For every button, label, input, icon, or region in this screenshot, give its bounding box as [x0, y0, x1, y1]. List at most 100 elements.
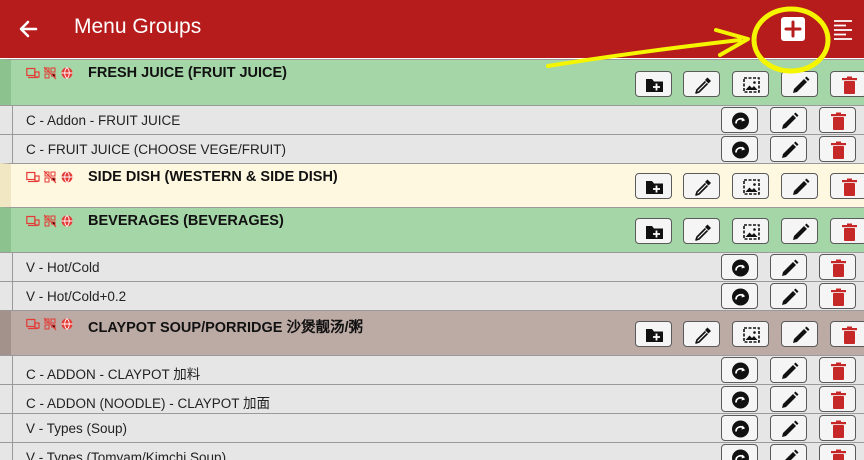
list-item[interactable]: C - ADDON (NOODLE) - CLAYPOT 加面: [0, 384, 864, 413]
qr-code-icon: [43, 170, 57, 184]
group-status-icons: [26, 214, 86, 228]
redo-arrow-icon: [732, 288, 749, 306]
list-item[interactable]: V - Hot/Cold: [0, 252, 864, 281]
add-group-button[interactable]: [781, 17, 805, 41]
image-button[interactable]: [732, 173, 769, 199]
redo-arrow-button[interactable]: [721, 283, 758, 309]
edit-pencil-button[interactable]: [770, 136, 807, 162]
globe-icon: [61, 171, 73, 184]
page-title: Menu Groups: [74, 15, 202, 38]
redo-arrow-button[interactable]: [721, 415, 758, 441]
delete-trash-button[interactable]: [819, 283, 856, 309]
edit-pencil-icon: [782, 362, 799, 379]
list-item[interactable]: V - Hot/Cold+0.2: [0, 281, 864, 310]
delete-trash-button[interactable]: [819, 254, 856, 280]
image-button[interactable]: [732, 218, 769, 244]
image-button[interactable]: [732, 71, 769, 97]
redo-arrow-button[interactable]: [721, 107, 758, 133]
add-folder-icon: [646, 329, 663, 342]
add-folder-button[interactable]: [635, 173, 672, 199]
edit-pencil-icon: [782, 391, 799, 408]
app-toolbar: Menu Groups: [0, 0, 864, 58]
globe-icon: [61, 318, 73, 331]
image-icon: [743, 327, 760, 343]
delete-trash-button[interactable]: [819, 386, 856, 412]
eyedropper-button[interactable]: [683, 321, 720, 347]
group-status-icons: [26, 66, 86, 80]
eyedropper-button[interactable]: [683, 218, 720, 244]
delete-trash-icon: [842, 76, 857, 94]
indent-line: [12, 414, 13, 442]
edit-pencil-button[interactable]: [770, 254, 807, 280]
redo-arrow-icon: [732, 391, 749, 409]
edit-pencil-button[interactable]: [770, 357, 807, 383]
edit-pencil-button[interactable]: [781, 218, 818, 244]
indent-line: [12, 385, 13, 413]
image-icon: [743, 179, 760, 195]
list-item[interactable]: C - FRUIT JUICE (CHOOSE VEGE/FRUIT): [0, 134, 864, 163]
edit-pencil-icon: [793, 76, 810, 93]
pos-terminal-icon: [26, 215, 40, 227]
sort-lines-icon[interactable]: [832, 18, 854, 40]
redo-arrow-button[interactable]: [721, 136, 758, 162]
edit-pencil-button[interactable]: [770, 386, 807, 412]
eyedropper-icon: [695, 179, 711, 196]
add-folder-button[interactable]: [635, 321, 672, 347]
redo-arrow-button[interactable]: [721, 444, 758, 460]
edit-pencil-icon: [785, 449, 799, 460]
delete-trash-button[interactable]: [819, 136, 856, 162]
add-folder-button[interactable]: [635, 71, 672, 97]
image-button[interactable]: [732, 321, 769, 347]
eyedropper-button[interactable]: [683, 71, 720, 97]
list-item[interactable]: V - Types (Tomyam/Kimchi Soup): [0, 442, 864, 460]
group-row[interactable]: BEVERAGES (BEVERAGES): [0, 207, 864, 252]
group-row[interactable]: FRESH JUICE (FRUIT JUICE): [0, 59, 864, 105]
redo-arrow-button[interactable]: [721, 357, 758, 383]
group-row[interactable]: SIDE DISH (WESTERN & SIDE DISH): [0, 163, 864, 207]
edit-pencil-button[interactable]: [781, 71, 818, 97]
redo-arrow-button[interactable]: [721, 254, 758, 280]
list-item[interactable]: V - Types (Soup): [0, 413, 864, 442]
add-folder-icon: [646, 181, 663, 194]
pos-terminal-icon: [26, 67, 40, 79]
edit-pencil-button[interactable]: [770, 415, 807, 441]
delete-trash-icon: [831, 259, 846, 277]
delete-trash-icon: [831, 391, 846, 409]
delete-trash-button[interactable]: [819, 107, 856, 133]
delete-trash-button[interactable]: [819, 415, 856, 441]
delete-trash-button[interactable]: [819, 444, 856, 460]
delete-trash-button[interactable]: [830, 321, 864, 347]
delete-trash-icon: [831, 141, 846, 159]
plus-icon: [784, 20, 802, 38]
qr-code-icon: [43, 317, 57, 331]
edit-pencil-icon: [782, 288, 799, 305]
redo-arrow-button[interactable]: [721, 386, 758, 412]
edit-pencil-icon: [782, 141, 799, 158]
delete-trash-button[interactable]: [830, 218, 864, 244]
list-item-label: V - Hot/Cold+0.2: [26, 289, 127, 304]
delete-trash-icon: [831, 449, 846, 460]
list-item-label: C - ADDON (NOODLE) - CLAYPOT 加面: [26, 396, 271, 411]
edit-pencil-icon: [793, 223, 810, 240]
edit-pencil-button[interactable]: [770, 107, 807, 133]
delete-trash-button[interactable]: [830, 71, 864, 97]
indent-line: [12, 356, 13, 384]
list-item[interactable]: C - ADDON - CLAYPOT 加料: [0, 355, 864, 384]
delete-trash-button[interactable]: [819, 357, 856, 383]
list-item-label: C - ADDON - CLAYPOT 加料: [26, 367, 201, 382]
list-item[interactable]: C - Addon - FRUIT JUICE: [0, 105, 864, 134]
delete-trash-icon: [831, 288, 846, 306]
indent-line: [12, 253, 13, 281]
group-row[interactable]: CLAYPOT SOUP/PORRIDGE 沙煲靓汤/粥: [0, 310, 864, 355]
edit-pencil-button[interactable]: [770, 444, 807, 460]
edit-pencil-button[interactable]: [770, 283, 807, 309]
edit-pencil-button[interactable]: [781, 173, 818, 199]
delete-trash-button[interactable]: [830, 173, 864, 199]
edit-pencil-icon: [782, 420, 799, 437]
add-folder-button[interactable]: [635, 218, 672, 244]
delete-trash-icon: [842, 326, 857, 344]
edit-pencil-button[interactable]: [781, 321, 818, 347]
back-arrow-icon[interactable]: [14, 14, 44, 44]
eyedropper-button[interactable]: [683, 173, 720, 199]
edit-pencil-icon: [793, 178, 810, 195]
